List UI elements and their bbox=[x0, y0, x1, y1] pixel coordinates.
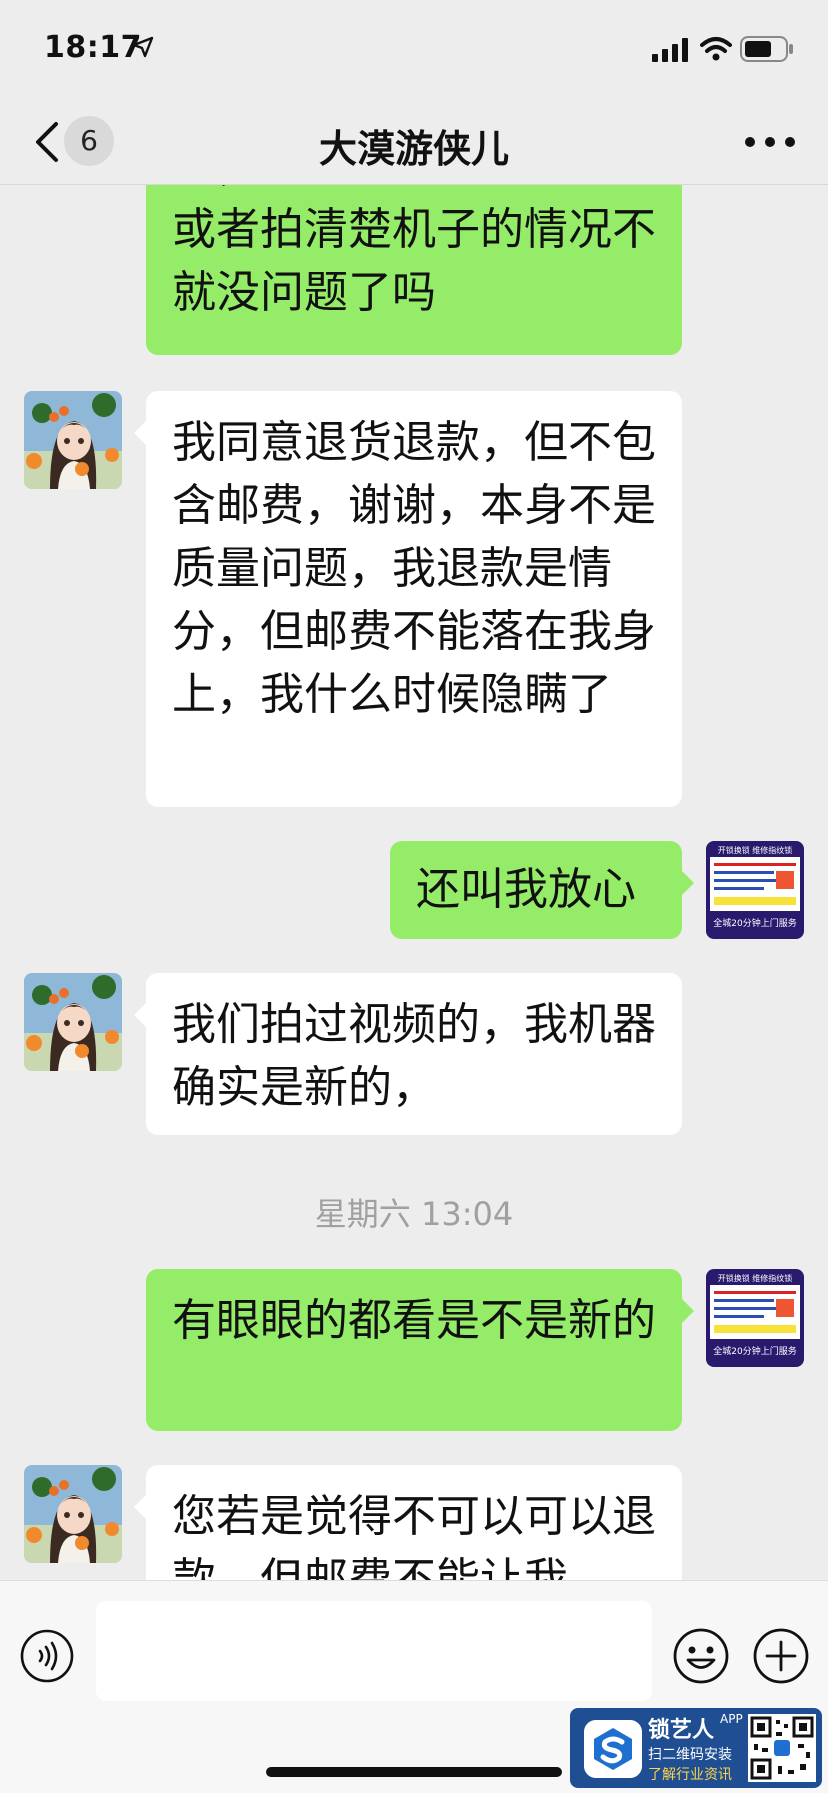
sent-message-bubble[interactable]: 况，如果没货前你说清楚或者拍清楚机子的情况不就没问题了吗 bbox=[146, 185, 682, 355]
contact-avatar[interactable] bbox=[24, 973, 122, 1071]
brand-logo-icon bbox=[584, 1720, 642, 1778]
home-indicator[interactable] bbox=[266, 1767, 562, 1777]
watermark-line-2: 了解行业资讯 bbox=[648, 1767, 732, 1783]
message-list[interactable]: 况，如果没货前你说清楚或者拍清楚机子的情况不就没问题了吗 我同意退货退款，但不包… bbox=[0, 185, 828, 1580]
self-avatar-top-text: 开锁换锁 维修指纹锁 bbox=[709, 845, 801, 857]
received-message-bubble[interactable]: 您若是觉得不可以可以退款，但邮费不能让我 bbox=[134, 1465, 682, 1580]
received-message-bubble[interactable]: 我同意退货退款，但不包含邮费，谢谢，本身不是质量问题，我退款是情分，但邮费不能落… bbox=[134, 391, 682, 807]
chat-header: 6 大漠游侠儿 bbox=[0, 100, 828, 185]
contact-avatar[interactable] bbox=[24, 1465, 122, 1563]
location-arrow-icon bbox=[132, 36, 154, 58]
watermark-banner: 锁艺人 APP 扫二维码安装 了解行业资讯 bbox=[570, 1708, 822, 1788]
self-avatar-bottom-text: 全城20分钟上门服务 bbox=[713, 919, 797, 929]
received-message-bubble[interactable]: 我们拍过视频的，我机器确实是新的， bbox=[134, 973, 682, 1135]
cellular-signal-icon bbox=[652, 38, 688, 62]
voice-input-icon[interactable] bbox=[20, 1629, 74, 1683]
status-bar: 18:17 bbox=[0, 0, 828, 100]
wifi-icon bbox=[700, 37, 732, 61]
contact-avatar[interactable] bbox=[24, 391, 122, 489]
watermark-app-tag: APP bbox=[720, 1712, 743, 1726]
qr-code-icon bbox=[748, 1714, 816, 1782]
clock: 18:17 bbox=[44, 30, 142, 65]
sent-message-bubble[interactable]: 还叫我放心 bbox=[390, 841, 694, 939]
watermark-line-1: 扫二维码安装 bbox=[648, 1747, 732, 1763]
chat-title: 大漠游侠儿 bbox=[318, 127, 509, 171]
add-attachment-icon[interactable] bbox=[752, 1627, 810, 1685]
back-chevron-icon[interactable] bbox=[30, 120, 66, 164]
watermark-brand: 锁艺人 bbox=[648, 1718, 715, 1743]
sent-message-bubble[interactable]: 有眼眼的都看是不是新的 bbox=[146, 1269, 694, 1431]
message-timestamp: 星期六 13:04 bbox=[314, 1195, 514, 1233]
message-input[interactable] bbox=[96, 1601, 652, 1701]
more-options-icon[interactable] bbox=[742, 122, 798, 162]
emoji-icon[interactable] bbox=[672, 1627, 730, 1685]
battery-icon bbox=[740, 36, 793, 62]
self-avatar[interactable]: 开锁换锁 维修指纹锁 全城20分钟上门服务 bbox=[706, 841, 804, 939]
self-avatar-bottom-text: 全城20分钟上门服务 bbox=[713, 1347, 797, 1357]
unread-count-badge[interactable]: 6 bbox=[64, 116, 114, 166]
self-avatar[interactable]: 开锁换锁 维修指纹锁 全城20分钟上门服务 bbox=[706, 1269, 804, 1367]
self-avatar-top-text: 开锁换锁 维修指纹锁 bbox=[709, 1273, 801, 1285]
